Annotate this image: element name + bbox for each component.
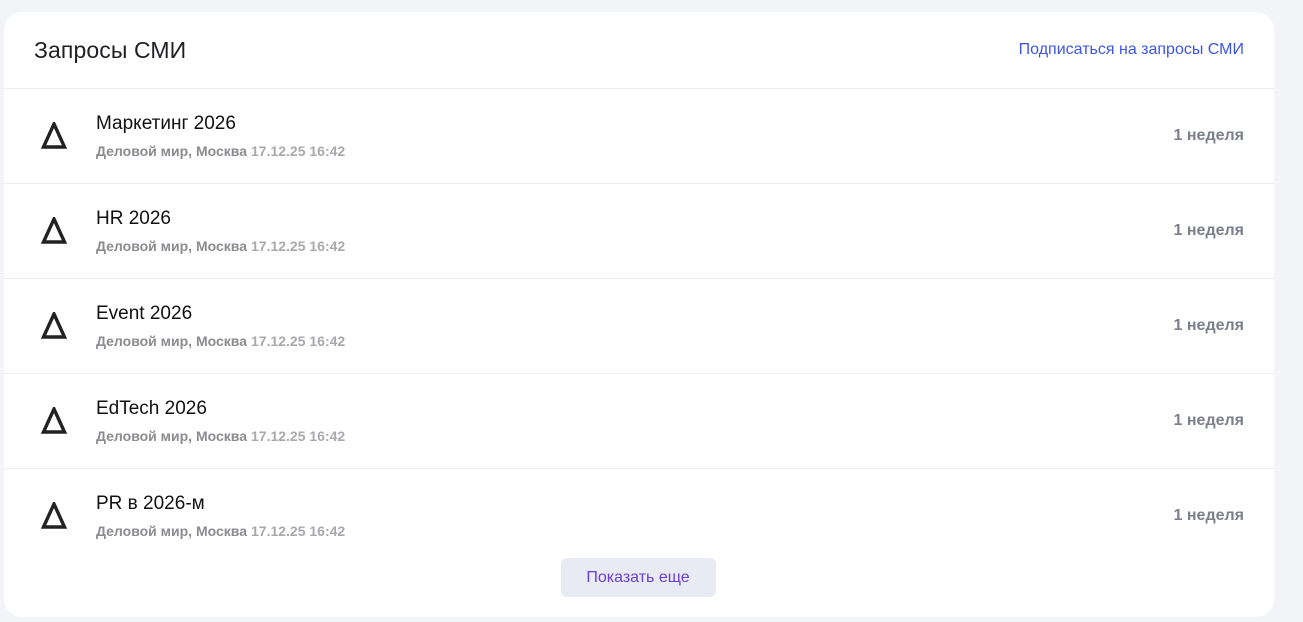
list-item-period: 1 неделя bbox=[1173, 507, 1244, 524]
delta-logo-icon bbox=[39, 217, 69, 245]
list-item-title: Маркетинг 2026 bbox=[96, 112, 236, 134]
delta-logo-icon bbox=[39, 502, 69, 530]
list-item-title: PR в 2026-м bbox=[96, 492, 205, 514]
list-item-date: 17.12.25 16:42 bbox=[251, 332, 346, 349]
list-item-source: Деловой мир, Москва bbox=[96, 522, 247, 539]
list-item[interactable]: EdTech 2026 Деловой мир, Москва 17.12.25 … bbox=[4, 374, 1274, 469]
list-item-title: EdTech 2026 bbox=[96, 397, 207, 419]
delta-logo-icon bbox=[39, 407, 69, 435]
list-item-source: Деловой мир, Москва bbox=[96, 332, 247, 349]
list-item-date: 17.12.25 16:42 bbox=[251, 522, 346, 539]
list-item-title: Event 2026 bbox=[96, 302, 193, 324]
list-item-period: 1 неделя bbox=[1173, 127, 1244, 144]
page-title: Запросы СМИ bbox=[34, 36, 187, 63]
card-header: Запросы СМИ Подписаться на запросы СМИ bbox=[4, 12, 1274, 89]
list-item-title: HR 2026 bbox=[96, 207, 171, 229]
list-item-texts: PR в 2026-м Деловой мир, Москва 17.12.25 … bbox=[96, 493, 1274, 540]
show-more-wrap: Показать еще bbox=[4, 558, 1274, 597]
show-more-button[interactable]: Показать еще bbox=[560, 558, 716, 597]
delta-logo-icon bbox=[39, 122, 69, 150]
list-item-meta: Деловой мир, Москва 17.12.25 16:42 bbox=[96, 238, 1274, 255]
list-item[interactable]: PR в 2026-м Деловой мир, Москва 17.12.25 … bbox=[4, 469, 1274, 563]
list-item[interactable]: Event 2026 Деловой мир, Москва 17.12.25 1… bbox=[4, 279, 1274, 374]
list-item-texts: HR 2026 Деловой мир, Москва 17.12.25 16:4… bbox=[96, 208, 1274, 255]
list-item-date: 17.12.25 16:42 bbox=[251, 142, 346, 159]
list-item-texts: Event 2026 Деловой мир, Москва 17.12.25 1… bbox=[96, 303, 1274, 350]
delta-logo-icon bbox=[39, 312, 69, 340]
list-item-texts: EdTech 2026 Деловой мир, Москва 17.12.25 … bbox=[96, 398, 1274, 445]
list-item-meta: Деловой мир, Москва 17.12.25 16:42 bbox=[96, 333, 1274, 350]
list-item-source: Деловой мир, Москва bbox=[96, 427, 247, 444]
list-item-meta: Деловой мир, Москва 17.12.25 16:42 bbox=[96, 428, 1274, 445]
list-item-date: 17.12.25 16:42 bbox=[251, 427, 346, 444]
list-item[interactable]: Маркетинг 2026 Деловой мир, Москва 17.12.… bbox=[4, 89, 1274, 184]
list-item-period: 1 неделя bbox=[1173, 222, 1244, 239]
list-item-source: Деловой мир, Москва bbox=[96, 142, 247, 159]
list-item-meta: Деловой мир, Москва 17.12.25 16:42 bbox=[96, 523, 1274, 540]
list-item-date: 17.12.25 16:42 bbox=[251, 237, 346, 254]
list-item-period: 1 неделя bbox=[1173, 317, 1244, 334]
list-item-source: Деловой мир, Москва bbox=[96, 237, 247, 254]
list-item-period: 1 неделя bbox=[1173, 412, 1244, 429]
subscribe-link[interactable]: Подписаться на запросы СМИ bbox=[1019, 41, 1244, 59]
list-item-meta: Деловой мир, Москва 17.12.25 16:42 bbox=[96, 143, 1274, 160]
requests-list: Маркетинг 2026 Деловой мир, Москва 17.12.… bbox=[4, 89, 1274, 563]
list-item[interactable]: HR 2026 Деловой мир, Москва 17.12.25 16:4… bbox=[4, 184, 1274, 279]
media-requests-card: Запросы СМИ Подписаться на запросы СМИ М… bbox=[4, 12, 1274, 617]
list-item-texts: Маркетинг 2026 Деловой мир, Москва 17.12.… bbox=[96, 113, 1274, 160]
